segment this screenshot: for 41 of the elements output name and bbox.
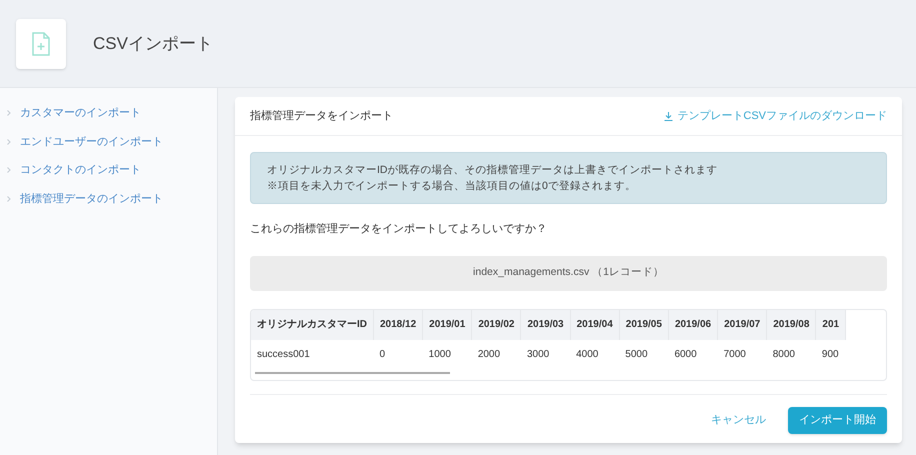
confirm-question: これらの指標管理データをインポートしてよろしいですか？ xyxy=(250,222,548,237)
table-cell: 5000 xyxy=(619,340,668,370)
table-cell: 4000 xyxy=(570,340,620,370)
column-header: オリジナルカスタマーID xyxy=(251,310,374,340)
sidebar-item[interactable]: エンドユーザーのインポート xyxy=(0,134,217,150)
page-title: CSVインポート xyxy=(93,32,213,55)
notice-alert: オリジナルカスタマーIDが既存の場合、その指標管理データは上書きでインポートされます ※項目を未入力でインポートする場合、当該項目の値は0で登録されます。 xyxy=(250,152,887,204)
card-title: 指標管理データをインポート xyxy=(250,108,393,124)
table-cell: 8000 xyxy=(766,340,816,370)
download-icon xyxy=(664,112,674,120)
column-header: 2019/02 xyxy=(472,310,521,340)
column-header: 201 xyxy=(816,310,846,340)
column-header: 2019/05 xyxy=(619,310,668,340)
table-cell: success001 xyxy=(251,340,374,370)
column-header: 2018/12 xyxy=(374,310,423,340)
sidebar-item[interactable]: コンタクトのインポート xyxy=(0,162,217,178)
chevron-right-icon xyxy=(7,196,11,202)
chevron-right-icon xyxy=(7,138,11,145)
table-cell: 0 xyxy=(374,340,423,370)
column-header: 2019/06 xyxy=(668,310,718,340)
sidebar-item[interactable]: 指標管理データのインポート xyxy=(0,190,217,207)
table-cell: 1000 xyxy=(422,340,472,370)
table-cell: 900 xyxy=(816,340,846,370)
table-cell: 6000 xyxy=(668,340,718,370)
horizontal-scrollbar[interactable] xyxy=(255,372,450,374)
chevron-right-icon xyxy=(7,110,11,116)
column-header: 2019/04 xyxy=(570,310,620,340)
column-header: 2019/01 xyxy=(422,310,472,340)
table-cell: 3000 xyxy=(520,340,570,370)
table-cell: 7000 xyxy=(718,340,767,370)
start-import-button[interactable]: インポート開始 xyxy=(788,406,887,434)
file-plus-icon xyxy=(31,32,51,56)
sidebar-item[interactable]: カスタマーのインポート xyxy=(0,105,217,122)
file-name-bar: index_managements.csv （1レコード） xyxy=(250,256,887,290)
column-header: 2019/07 xyxy=(718,310,767,340)
column-header: 2019/08 xyxy=(766,310,816,340)
column-header: 2019/03 xyxy=(520,310,570,340)
table-cell: 2000 xyxy=(472,340,521,370)
template-download-link[interactable]: テンプレートCSVファイルのダウンロード xyxy=(664,108,887,124)
cancel-button[interactable]: キャンセル xyxy=(711,412,766,428)
chevron-right-icon xyxy=(7,167,11,174)
